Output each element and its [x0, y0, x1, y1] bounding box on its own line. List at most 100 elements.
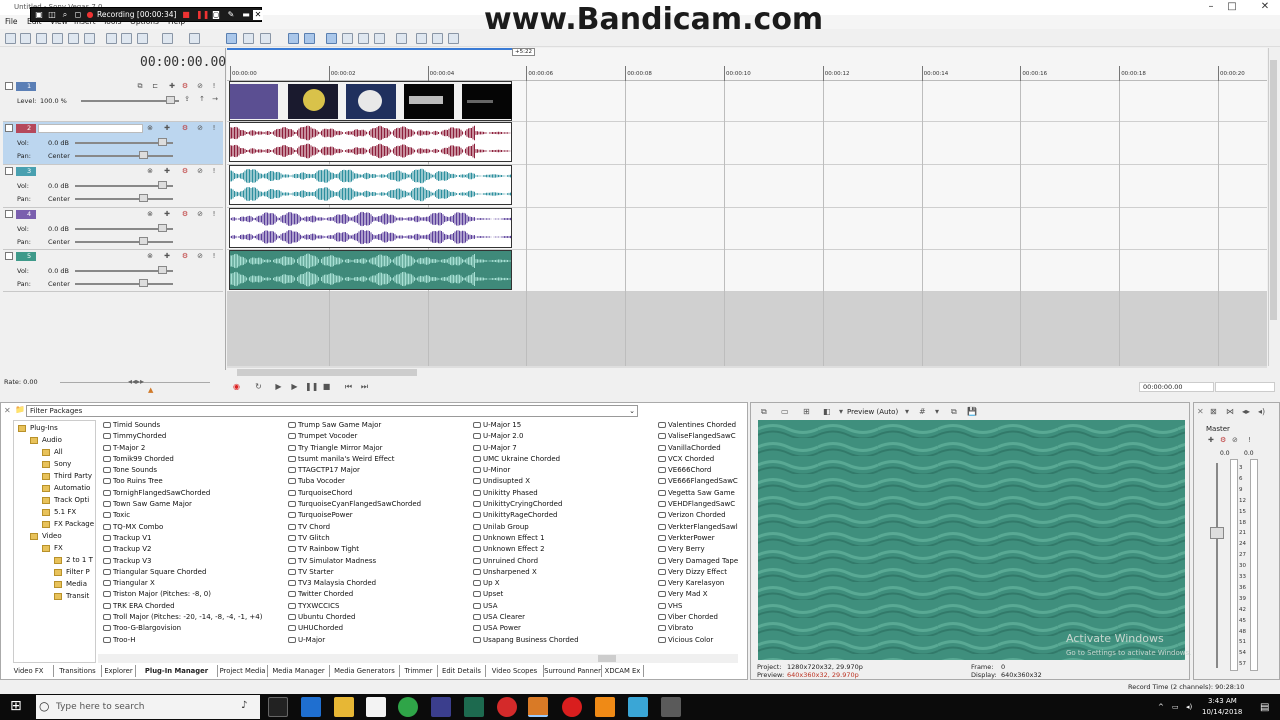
chevron-down-icon[interactable]: ▾ [905, 407, 909, 416]
plugin-item[interactable]: Undisupted X [473, 476, 658, 487]
play-from-start-icon[interactable]: ▶ [273, 381, 284, 392]
pan-slider[interactable] [75, 241, 173, 243]
plugin-item[interactable]: Trump Saw Game Major [288, 420, 473, 431]
master-props-icon[interactable]: ⊠ [1210, 407, 1217, 416]
marker-icon[interactable] [432, 33, 443, 44]
plugin-item[interactable]: TV Rainbow Tight [288, 544, 473, 555]
close-recorder-icon[interactable]: ✕ [253, 10, 263, 20]
plugin-item[interactable]: USA Power [473, 623, 658, 634]
plugin-item[interactable]: USA [473, 601, 658, 612]
video-clip[interactable] [229, 81, 512, 121]
plugin-item[interactable]: UMC Ukraine Chorded [473, 454, 658, 465]
plugin-item[interactable]: Triangular X [103, 578, 288, 589]
record-icon[interactable]: ◉ [231, 381, 242, 392]
plugin-item[interactable]: TV Chord [288, 522, 473, 533]
plugin-hscroll-thumb[interactable] [598, 655, 616, 662]
master-fader-knob[interactable] [1210, 527, 1224, 539]
plugin-item[interactable]: Ubuntu Chorded [288, 612, 473, 623]
opera-icon[interactable] [562, 697, 582, 717]
plugin-item[interactable]: Triangular Square Chorded [103, 567, 288, 578]
chevron-down-icon[interactable]: ▾ [935, 407, 939, 416]
snap-icon[interactable] [288, 33, 299, 44]
collapse-icon[interactable] [5, 124, 13, 132]
mute-icon[interactable]: ⚙ [181, 167, 189, 175]
app-icon-4[interactable] [661, 697, 681, 717]
plugin-item[interactable]: Troo-H [103, 635, 288, 646]
edge-icon[interactable] [301, 697, 321, 717]
vlc-icon[interactable] [595, 697, 615, 717]
auto-ripple-icon[interactable] [326, 33, 337, 44]
plugin-item[interactable]: ValiseFlangedSawC [658, 431, 740, 442]
invert-icon[interactable]: ⊗ [146, 167, 154, 175]
bandicam-icon[interactable] [497, 697, 517, 717]
save-as-icon[interactable] [52, 33, 63, 44]
plugin-item[interactable]: tsumt manila's Weird Effect [288, 454, 473, 465]
play-icon[interactable]: ▶ [289, 381, 300, 392]
pencil-icon[interactable]: ✎ [226, 10, 236, 20]
plugin-item[interactable]: Unknown Effect 1 [473, 533, 658, 544]
plugin-item[interactable]: Unilab Group [473, 522, 658, 533]
plugin-item[interactable]: Trumpet Vocoder [288, 431, 473, 442]
recorder-search-icon[interactable]: ⌕ [60, 10, 70, 20]
plugin-item[interactable]: Troo-G-Blargovision [103, 623, 288, 634]
master-solo-icon[interactable]: ⊘ [1232, 436, 1238, 444]
plugin-item[interactable]: Upset [473, 589, 658, 600]
chevron-down-icon[interactable]: ▾ [839, 407, 843, 416]
pan-slider[interactable] [75, 198, 173, 200]
solo-icon[interactable]: ⊘ [196, 82, 204, 90]
plugin-item[interactable]: TurquoiseChord [288, 488, 473, 499]
copy-snapshot-icon[interactable]: ⧉ [951, 407, 957, 417]
plugin-item[interactable]: TV Starter [288, 567, 473, 578]
track-header-1[interactable]: 1 ⧉ ⊏ ✚ ⚙ ⊘ ! Level: 100.0 % ⇪ ↑ → [3, 80, 223, 122]
external-monitor-icon[interactable]: ▭ [781, 407, 789, 416]
plugin-item[interactable]: Toxic [103, 510, 288, 521]
network-icon[interactable]: ▭ [1172, 703, 1179, 711]
save-snapshot-icon[interactable]: 💾 [967, 407, 977, 416]
vol-knob[interactable] [158, 138, 167, 146]
plugin-item[interactable]: T-Major 2 [103, 443, 288, 454]
save-icon[interactable] [36, 33, 47, 44]
plugin-item[interactable]: TV Simulator Madness [288, 556, 473, 567]
plugin-item[interactable]: Vegetta Saw Game [658, 488, 740, 499]
metronome-icon[interactable] [448, 33, 459, 44]
plugin-item[interactable]: U-Major [288, 635, 473, 646]
plugin-item[interactable]: VE666Chord [658, 465, 740, 476]
plugin-item[interactable]: Try Triangle Mirror Major [288, 443, 473, 454]
tab-plug-in-manager[interactable]: Plug-In Manager [136, 665, 218, 677]
close-panel-icon[interactable]: ✕ [4, 406, 11, 415]
plugin-item[interactable]: Troll Major (Pitches: -20, -14, -8, -4, … [103, 612, 288, 623]
plugin-item[interactable]: Tuba Vocoder [288, 476, 473, 487]
audio-clip-4[interactable] [229, 208, 512, 248]
plugin-item[interactable]: TV3 Malaysia Chorded [288, 578, 473, 589]
copy-icon[interactable] [121, 33, 132, 44]
new-icon[interactable] [5, 33, 16, 44]
master-fader-track[interactable] [1216, 463, 1218, 668]
app-icon-3[interactable] [628, 697, 648, 717]
tab-project-media[interactable]: Project Media [218, 665, 268, 677]
plugin-item[interactable]: Very Karelasyon [658, 578, 740, 589]
windows-start-icon[interactable]: ⊞ [10, 698, 22, 714]
plugin-item[interactable]: VanillaChorded [658, 443, 740, 454]
plugin-item[interactable]: Too Ruins Tree [103, 476, 288, 487]
more-icon[interactable]: ! [210, 124, 218, 132]
solo-icon[interactable]: ⊘ [196, 124, 204, 132]
go-to-start-icon[interactable]: ⏮ [343, 381, 354, 392]
track-header-4[interactable]: 4 ⊗ ✚ ⚙ ⊘ ! Vol: 0.0 dB Pan: Center [3, 208, 223, 250]
plugin-item[interactable]: VerkterFlangedSawl [658, 522, 740, 533]
stop-icon[interactable]: ■ [321, 381, 332, 392]
plugin-item[interactable]: UHUChorded [288, 623, 473, 634]
go-to-end-icon[interactable]: ⏭ [359, 381, 370, 392]
collapse-icon[interactable] [5, 82, 13, 90]
undo-icon[interactable] [162, 33, 173, 44]
fx-icon[interactable]: ✚ [163, 167, 171, 175]
solo-icon[interactable]: ⊘ [196, 252, 204, 260]
plugin-item[interactable]: TurquoisePower [288, 510, 473, 521]
mute-icon[interactable]: ⚙ [181, 82, 189, 90]
vol-knob[interactable] [158, 266, 167, 274]
audio-clip-5[interactable] [229, 250, 512, 290]
mute-icon[interactable]: ⚙ [181, 124, 189, 132]
plugin-item[interactable]: Tomik99 Chorded [103, 454, 288, 465]
plugin-item[interactable]: UnikittyRageChorded [473, 510, 658, 521]
plugin-item[interactable]: Twitter Chorded [288, 589, 473, 600]
plugin-item[interactable]: TornighFlangedSawChorded [103, 488, 288, 499]
